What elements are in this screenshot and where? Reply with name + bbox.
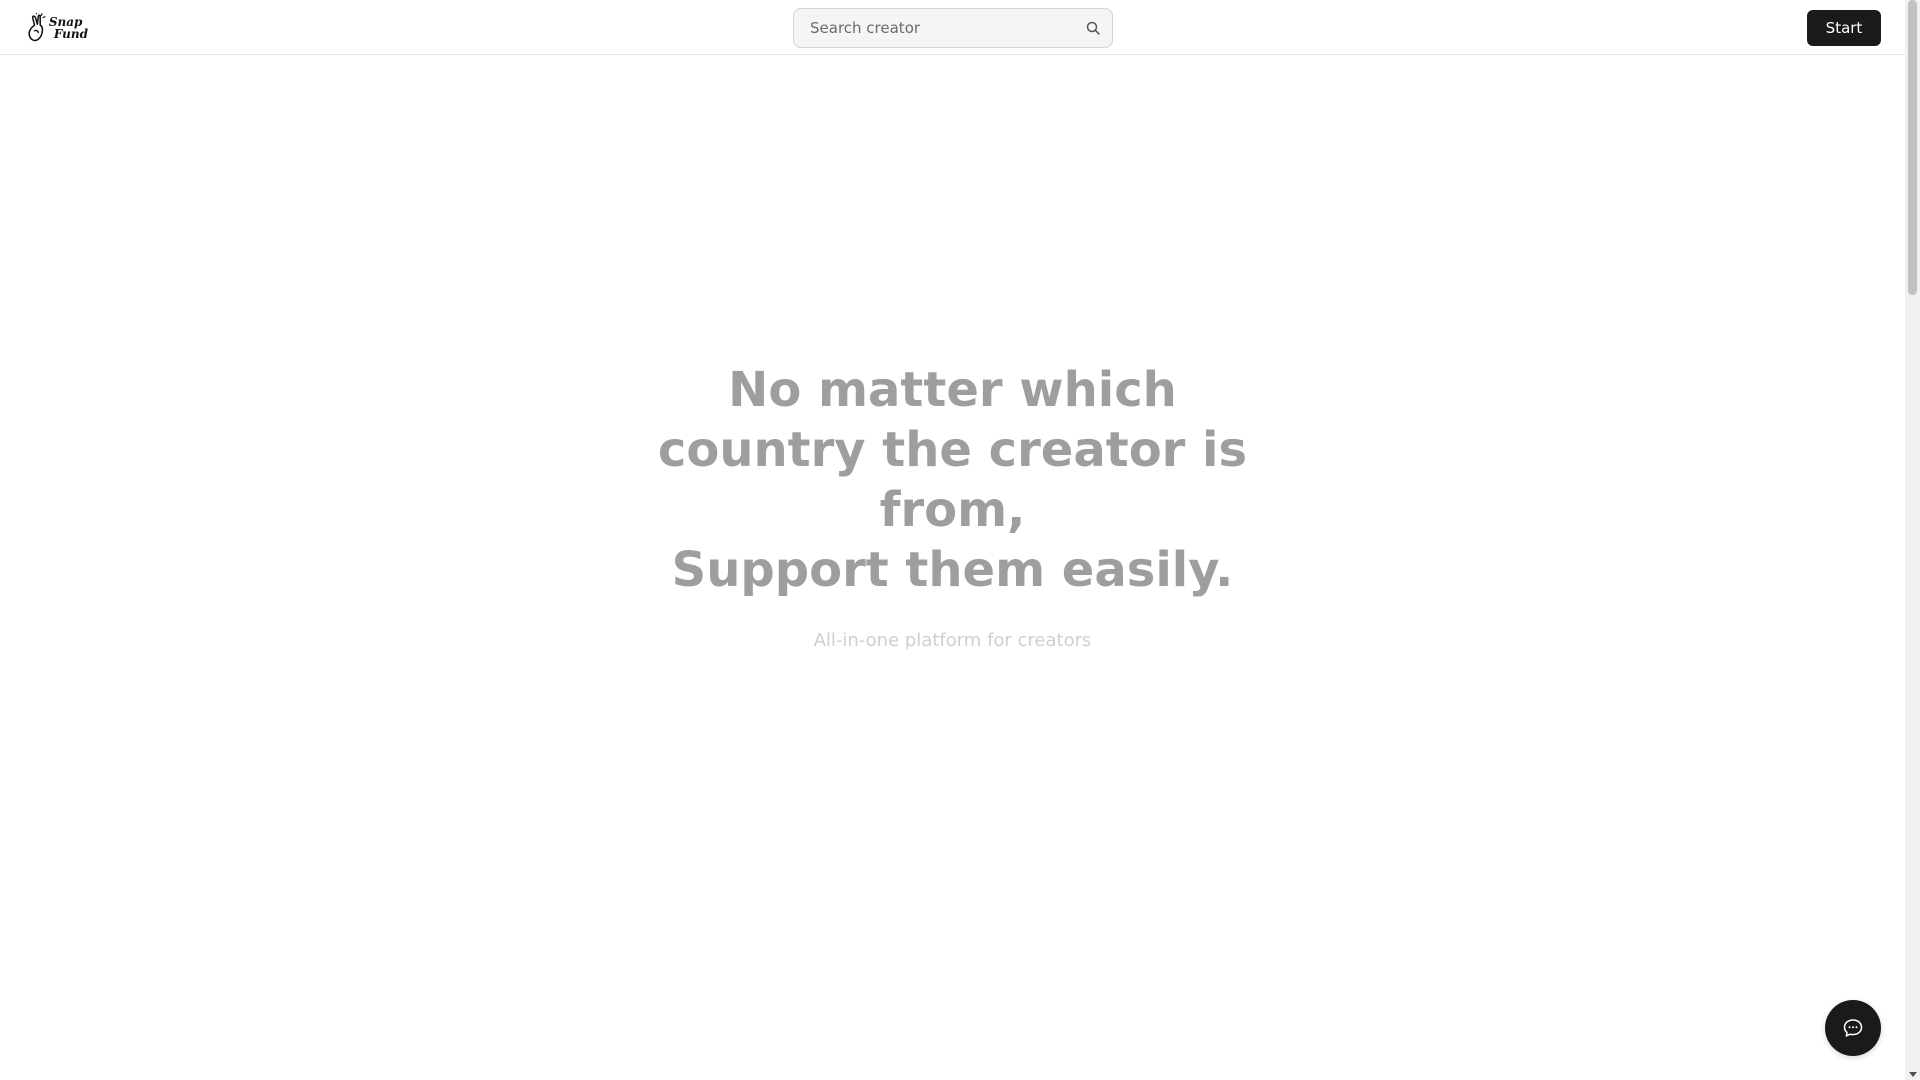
logo-hand-icon xyxy=(28,13,46,42)
chat-bubble-icon xyxy=(1843,1019,1863,1037)
hero-section: No matter which country the creator is f… xyxy=(0,360,1905,651)
top-navbar: Snap Fund Start xyxy=(0,0,1905,55)
scrollbar-thumb[interactable] xyxy=(1908,0,1917,295)
search-input[interactable] xyxy=(794,8,1085,48)
hero-subtitle: All-in-one platform for creators xyxy=(813,630,1092,651)
hero-title-line: from, xyxy=(879,482,1026,538)
scroll-down-arrow-icon[interactable] xyxy=(1909,1072,1917,1077)
hero-title-line: No matter which xyxy=(728,362,1177,418)
start-button[interactable]: Start xyxy=(1807,10,1881,46)
search-icon[interactable] xyxy=(1085,20,1101,36)
search-box xyxy=(793,8,1113,48)
chat-button[interactable] xyxy=(1825,1000,1881,1056)
hero-title-line: country the creator is xyxy=(657,422,1248,478)
hero-title: No matter which country the creator is f… xyxy=(633,360,1273,600)
logo-word-fund: Fund xyxy=(53,27,88,41)
hero-title-line: Support them easily. xyxy=(671,542,1234,598)
snapfund-logo[interactable]: Snap Fund xyxy=(26,11,88,45)
logo-wordmark: Snap Fund xyxy=(49,16,88,40)
vertical-scrollbar[interactable] xyxy=(1905,0,1920,1080)
page: Snap Fund Start No matter which country … xyxy=(0,0,1920,1080)
